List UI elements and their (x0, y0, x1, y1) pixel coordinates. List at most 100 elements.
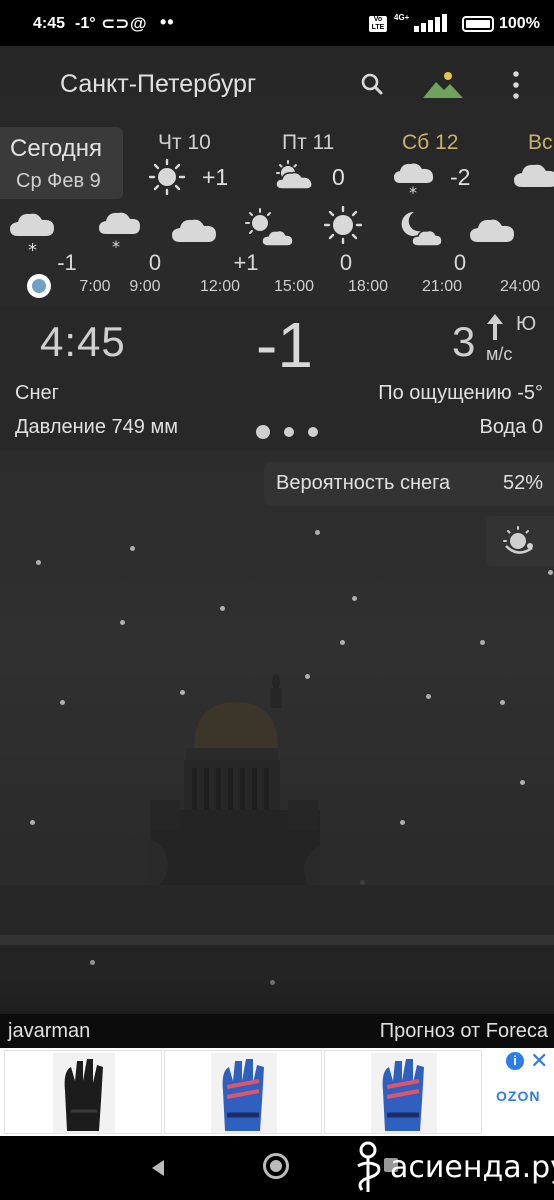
day-today[interactable]: Сегодня Ср Фев 9 (0, 127, 123, 199)
volte-icon: Vo LTE (369, 16, 387, 32)
forecast-provider[interactable]: Прогноз от Foreca (380, 1020, 548, 1043)
network-type: 4G+ (394, 13, 410, 22)
hourly-forecast[interactable]: * * -1 0 +1 0 0 7:00 9:00 12:00 15:00 18… (0, 200, 554, 302)
day-temp: -2 (450, 164, 471, 190)
svg-text:*: * (409, 183, 417, 199)
ad-product-card[interactable] (4, 1050, 162, 1134)
cloud-snow-icon: * (10, 213, 54, 254)
day-item-thu[interactable]: Чт 10 +1 (148, 131, 248, 195)
page-dot (308, 427, 318, 437)
svg-text:*: * (28, 240, 37, 254)
hour-temp: 0 (339, 250, 353, 275)
pressure: Давление 749 мм (15, 416, 178, 438)
watermark: асиенда.ру (352, 1140, 554, 1196)
snow-probability: Вероятность снега 52% (264, 462, 554, 506)
sun-cycle-icon (503, 526, 533, 554)
signal-icon (410, 14, 448, 32)
day-today-label: Сегодня (10, 135, 102, 162)
svg-text:*: * (112, 237, 120, 252)
watermark-logo-icon (357, 1141, 381, 1192)
hour-time: 9:00 (129, 278, 161, 295)
battery-icon (462, 16, 494, 32)
water-temperature: Вода 0 (479, 416, 544, 438)
wind-direction: Ю (516, 313, 537, 335)
ad-banner[interactable]: i ✕ OZON (0, 1048, 554, 1136)
weather-screen: 4:45 -1° ⊂⊃ @ •• Vo LTE 4G+ 100% Санкт-Пе… (0, 0, 554, 1200)
snowflake (352, 596, 357, 601)
day-label: Чт 10 (158, 131, 211, 154)
current-temperature: -1 (256, 309, 313, 381)
snowflake (220, 606, 225, 611)
status-bar: 4:45 -1° ⊂⊃ @ •• Vo LTE 4G+ 100% (0, 0, 554, 46)
day-today-date: Ср Фев 9 (16, 170, 101, 192)
current-time: 4:45 (40, 318, 126, 365)
snowflake (36, 560, 41, 565)
snowflake (315, 530, 320, 535)
page-dot-active (256, 425, 270, 439)
cloud-snow-icon: * (99, 212, 140, 252)
day-label: Сб 12 (402, 131, 459, 154)
hour-time: 21:00 (421, 278, 463, 295)
ad-product-card[interactable] (324, 1050, 482, 1134)
ad-brand-logo[interactable]: OZON (496, 1088, 540, 1104)
back-icon[interactable] (148, 1158, 168, 1178)
day-temp: +1 (202, 164, 229, 190)
at-icon: @ (130, 14, 147, 33)
search-icon (361, 73, 383, 95)
snowflake (340, 640, 345, 645)
battery-percent: 100% (499, 15, 540, 32)
snowflake (130, 546, 135, 551)
cloud-icon (172, 219, 216, 242)
landscape-icon (423, 72, 463, 98)
status-temperature: -1° (75, 15, 96, 32)
status-time: 4:45 (33, 15, 66, 32)
day-label: Пт 11 (282, 131, 335, 154)
wind-direction-arrow-icon (487, 314, 503, 340)
snowflake (548, 570, 553, 575)
gloves-product-image (53, 1053, 115, 1133)
day-label: Вс (528, 131, 553, 154)
more-vert-button[interactable] (504, 68, 528, 102)
page-indicator[interactable] (256, 425, 326, 441)
snowflake (480, 640, 485, 645)
feels-like: По ощущению -5° (378, 382, 543, 404)
cathedral-background-image (0, 674, 554, 1020)
photo-credit[interactable]: javarman (8, 1020, 90, 1043)
day-item-fri[interactable]: Пт 11 0 (272, 131, 372, 195)
snow-probability-value: 52% (502, 472, 543, 494)
hour-time: 12:00 (199, 278, 241, 295)
ad-info-icon[interactable]: i (506, 1052, 524, 1070)
more-vert-icon (513, 71, 519, 99)
page-dot (284, 427, 294, 437)
hour-time: 15:00 (273, 278, 315, 295)
city-title[interactable]: Санкт-Петербург (60, 70, 256, 99)
more-dots-icon: •• (160, 12, 175, 32)
ad-product-card[interactable] (164, 1050, 322, 1134)
cloud-icon (514, 164, 554, 187)
day-item-sun[interactable]: Вс (512, 131, 554, 195)
hour-time: 24:00 (499, 278, 541, 295)
condition-text: Снег (15, 382, 59, 404)
gloves-product-image (371, 1053, 437, 1133)
hour-time: 18:00 (347, 278, 389, 295)
link-icon: ⊂⊃ (101, 14, 130, 33)
day-item-sat[interactable]: Сб 12 * -2 (392, 131, 492, 199)
sun-moon-info-button[interactable] (486, 516, 554, 566)
wind-unit: м/с (486, 344, 513, 364)
snowflake (120, 620, 125, 625)
background-button[interactable] (420, 68, 466, 102)
hour-temp: 0 (453, 250, 467, 275)
hour-temp: -1 (57, 250, 77, 275)
gloves-product-image (211, 1053, 277, 1133)
hour-temp: +1 (233, 250, 259, 275)
cloud-icon (470, 219, 514, 242)
watermark-text: асиенда.ру (390, 1150, 554, 1185)
search-button[interactable] (356, 68, 390, 102)
ad-close-icon[interactable]: ✕ (530, 1048, 548, 1074)
cloud-snow-icon: * (394, 163, 434, 199)
partly-cloudy-icon (275, 160, 313, 190)
home-icon[interactable] (263, 1153, 289, 1179)
sun-icon (148, 159, 186, 195)
current-time-marker (27, 274, 51, 298)
sun-icon (324, 206, 362, 244)
